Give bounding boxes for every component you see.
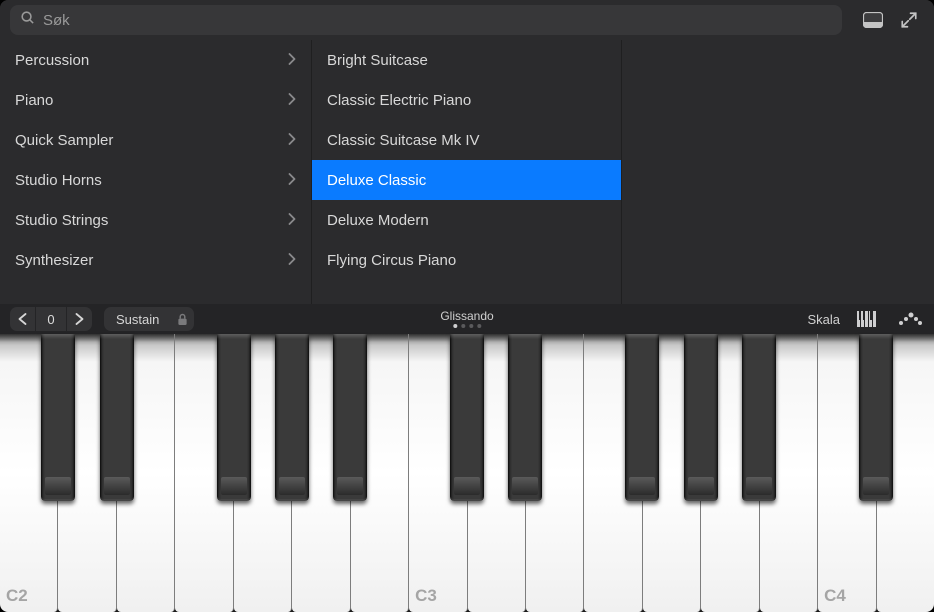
chevron-right-icon [288, 212, 296, 229]
note-label: C3 [415, 586, 437, 606]
search-icon [20, 10, 35, 30]
black-key[interactable] [450, 334, 484, 501]
page-dot [453, 324, 457, 328]
octave-value: 0 [36, 312, 66, 327]
category-item[interactable]: Piano [0, 80, 311, 120]
app-root: Percussion Piano Quick Sampler Studio Horns… [0, 0, 934, 612]
sustain-label: Sustain [116, 312, 159, 327]
category-label: Synthesizer [15, 252, 93, 269]
view-mode-button[interactable] [858, 5, 888, 35]
page-dot [477, 324, 481, 328]
preset-label: Deluxe Classic [327, 172, 426, 189]
preset-column: Bright Suitcase Classic Electric Piano Cla… [312, 40, 622, 304]
chevron-right-icon [288, 132, 296, 149]
octave-up-button[interactable] [66, 307, 92, 331]
fullscreen-button[interactable] [894, 5, 924, 35]
category-column: Percussion Piano Quick Sampler Studio Horns… [0, 40, 312, 304]
keyboard-mode-label: Glissando [440, 310, 493, 322]
black-key[interactable] [625, 334, 659, 501]
search-bar [0, 0, 934, 40]
preset-item[interactable]: Bright Suitcase [312, 40, 621, 80]
black-key[interactable] [275, 334, 309, 501]
octave-stepper: 0 [10, 307, 92, 331]
black-key[interactable] [742, 334, 776, 501]
black-key[interactable] [859, 334, 893, 501]
preset-label: Deluxe Modern [327, 212, 429, 229]
category-item[interactable]: Percussion [0, 40, 311, 80]
black-key[interactable] [41, 334, 75, 501]
octave-down-button[interactable] [10, 307, 36, 331]
category-item[interactable]: Studio Horns [0, 160, 311, 200]
black-key[interactable] [508, 334, 542, 501]
lock-icon [177, 313, 188, 326]
page-dots [453, 324, 481, 328]
preset-label: Bright Suitcase [327, 52, 428, 69]
note-label: C4 [824, 586, 846, 606]
chevron-right-icon [288, 52, 296, 69]
search-field-wrap[interactable] [10, 5, 842, 35]
preset-item[interactable]: Flying Circus Piano [312, 240, 621, 280]
category-item[interactable]: Studio Strings [0, 200, 311, 240]
black-key[interactable] [217, 334, 251, 501]
keyboard-mode-indicator[interactable]: Glissando [440, 310, 493, 328]
chevron-right-icon [288, 252, 296, 269]
category-label: Studio Horns [15, 172, 102, 189]
preset-label: Classic Suitcase Mk IV [327, 132, 480, 149]
chevron-right-icon [288, 172, 296, 189]
category-item[interactable]: Quick Sampler [0, 120, 311, 160]
black-key[interactable] [333, 334, 367, 501]
category-label: Piano [15, 92, 53, 109]
preset-label: Classic Electric Piano [327, 92, 471, 109]
page-dot [469, 324, 473, 328]
preset-item[interactable]: Deluxe Modern [312, 200, 621, 240]
category-label: Quick Sampler [15, 132, 113, 149]
category-label: Percussion [15, 52, 89, 69]
piano-keyboard[interactable]: C2 C3 C4 [0, 334, 934, 612]
page-dot [461, 324, 465, 328]
preset-label: Flying Circus Piano [327, 252, 456, 269]
keyboard-toolbar: 0 Sustain Glissando Skala [0, 304, 934, 334]
keyboard-view-icon[interactable] [854, 307, 882, 331]
sustain-toggle[interactable]: Sustain [104, 307, 194, 331]
scale-button[interactable]: Skala [807, 312, 840, 327]
note-label: C2 [6, 586, 28, 606]
category-label: Studio Strings [15, 212, 108, 229]
preset-item[interactable]: Classic Electric Piano [312, 80, 621, 120]
black-key[interactable] [684, 334, 718, 501]
preset-item[interactable]: Classic Suitcase Mk IV [312, 120, 621, 160]
instrument-browser: Percussion Piano Quick Sampler Studio Horns… [0, 40, 934, 304]
chevron-right-icon [288, 92, 296, 109]
arpeggiator-icon[interactable] [896, 307, 924, 331]
black-key[interactable] [100, 334, 134, 501]
category-item[interactable]: Synthesizer [0, 240, 311, 280]
preset-item[interactable]: Deluxe Classic [312, 160, 621, 200]
search-input[interactable] [43, 12, 832, 29]
